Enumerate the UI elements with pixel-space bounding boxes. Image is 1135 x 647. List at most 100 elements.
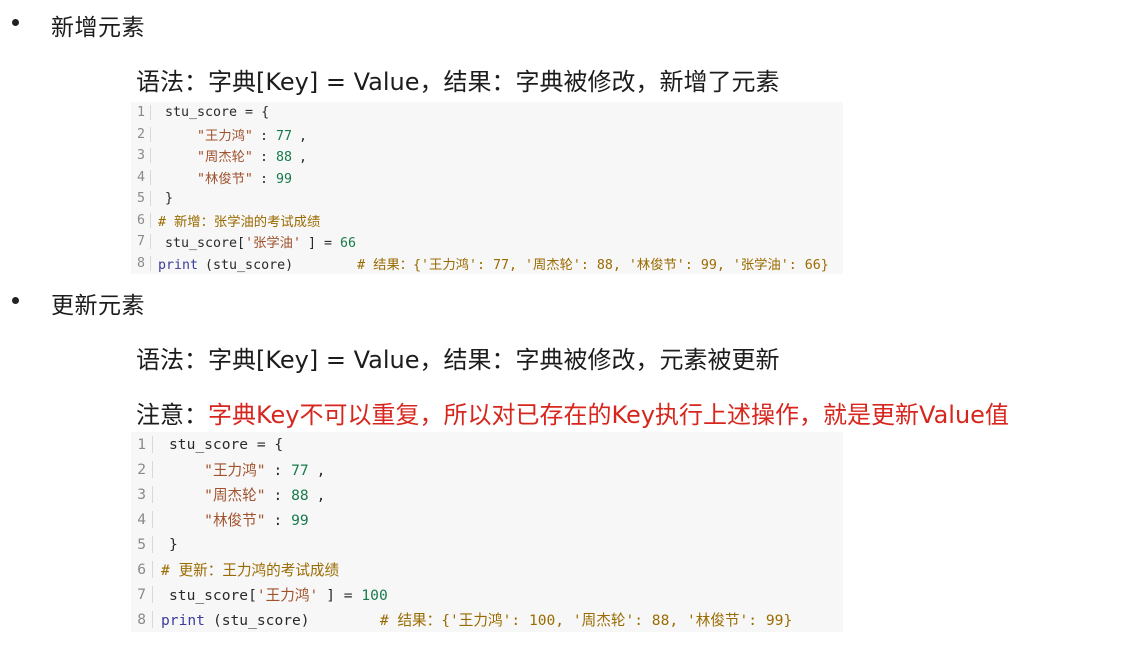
code-token: # 结果：{'王力鸿': 77, '周杰轮': 88, '林俊节': 99, '… (357, 257, 829, 273)
code-block-update: 1 stu_score = {2 "王力鸿": 77, 3 "周杰轮": 88, 4 … (131, 432, 843, 632)
code-text: stu_score = { (151, 105, 269, 120)
section-heading-add: 新增元素 (51, 15, 145, 41)
line-number: 4 (131, 169, 151, 185)
line-number: 5 (131, 536, 153, 553)
note-line: 注意：字典Key不可以重复，所以对已存在的Key执行上述操作，就是更新Value… (136, 395, 1009, 430)
code-token: "林俊节" (204, 512, 266, 529)
code-token: '张学油' (245, 236, 301, 252)
code-block-add: 1 stu_score = {2 "王力鸿": 77, 3 "周杰轮": 88, 4 … (131, 102, 843, 274)
code-token: , (298, 128, 307, 144)
code-line: 6 # 新增：张学油的考试成绩 (131, 210, 843, 232)
code-token: 99 (291, 512, 309, 529)
code-line: 6 # 更新：王力鸿的考试成绩 (131, 557, 843, 582)
line-number: 2 (131, 126, 151, 142)
code-token: : (273, 512, 292, 529)
code-token: print (161, 612, 205, 629)
code-text: "王力鸿": 77, (153, 459, 325, 480)
code-line: 8 print (stu_score) # 结果：{'王力鸿': 100, '周杰轮… (131, 607, 843, 632)
code-token: stu_score = { (165, 105, 270, 121)
code-text: stu_score['张学油' ] = 66 (151, 232, 356, 251)
code-token: stu_score[ (165, 236, 246, 252)
code-token: # 新增：张学油的考试成绩 (158, 214, 321, 230)
code-line: 7 stu_score['张学油' ] = 66 (131, 231, 843, 253)
code-token: "王力鸿" (197, 128, 253, 144)
code-line: 4 "林俊节": 99 (131, 167, 843, 189)
code-token: : (259, 171, 276, 187)
code-token: : (273, 487, 292, 504)
line-number: 1 (131, 105, 151, 121)
code-line: 3 "周杰轮": 88, (131, 145, 843, 167)
code-text: print (stu_score) # 结果：{'王力鸿': 100, '周杰轮'… (153, 609, 792, 630)
code-token: } (165, 191, 174, 207)
code-token: , (298, 150, 307, 166)
code-token: : (273, 462, 292, 479)
note-label: 注意： (136, 401, 208, 429)
code-token: stu_score = { (169, 436, 284, 453)
code-token: 100 (361, 587, 388, 604)
line-number: 8 (131, 611, 153, 628)
code-line: 2 "王力鸿": 77, (131, 457, 843, 482)
line-number: 5 (131, 191, 151, 207)
line-number: 6 (131, 561, 153, 578)
code-token: 88 (275, 150, 292, 166)
code-token: ] = (307, 236, 340, 252)
syntax-line-update: 语法：字典[Key] = Value，结果：字典被修改，元素被更新 (136, 346, 780, 374)
code-token: "周杰轮" (197, 150, 253, 166)
code-token: "王力鸿" (204, 462, 266, 479)
bullet-dot (12, 19, 19, 26)
code-token: (stu_score) (205, 257, 358, 273)
line-number: 3 (131, 486, 153, 503)
code-text: } (153, 536, 178, 553)
line-number: 6 (131, 212, 151, 228)
code-text: # 新增：张学油的考试成绩 (151, 211, 320, 230)
code-line: 1 stu_score = { (131, 432, 843, 457)
code-token: 88 (291, 487, 309, 504)
syntax-line-add: 语法：字典[Key] = Value，结果：字典被修改，新增了元素 (136, 68, 780, 96)
code-text: stu_score['王力鸿'] = 100 (153, 584, 388, 605)
code-token: '王力鸿' (256, 587, 319, 604)
code-token: } (169, 536, 178, 553)
code-line: 2 "王力鸿": 77, (131, 124, 843, 146)
code-token: stu_score[ (169, 587, 257, 604)
code-text: "周杰轮": 88, (153, 484, 325, 505)
bullet-dot (12, 297, 19, 304)
code-token: "周杰轮" (204, 487, 266, 504)
code-line: 1 stu_score = { (131, 102, 843, 124)
code-line: 5} (131, 188, 843, 210)
code-token: : (259, 128, 276, 144)
code-text: # 更新：王力鸿的考试成绩 (153, 559, 339, 580)
line-number: 4 (131, 511, 153, 528)
line-number: 7 (131, 586, 153, 603)
line-number: 1 (131, 436, 153, 453)
code-text: "林俊节": 99 (151, 168, 292, 187)
code-text: "周杰轮": 88, (151, 146, 307, 165)
code-token: # 结果：{'王力鸿': 100, '周杰轮': 88, '林俊节': 99} (379, 612, 793, 629)
line-number: 3 (131, 148, 151, 164)
section-heading-update: 更新元素 (51, 293, 145, 319)
code-text: "林俊节": 99 (153, 509, 309, 530)
code-token: 66 (340, 236, 357, 252)
code-text: "王力鸿": 77, (151, 125, 307, 144)
code-token: print (158, 257, 199, 273)
line-number: 8 (131, 255, 151, 271)
code-token: (stu_score) (212, 612, 380, 629)
code-line: 3 "周杰轮": 88, (131, 482, 843, 507)
code-token: "林俊节" (197, 171, 253, 187)
note-text: 字典Key不可以重复，所以对已存在的Key执行上述操作，就是更新Value值 (208, 401, 1009, 429)
code-text: print (stu_score) # 结果：{'王力鸿': 77, '周杰轮':… (151, 254, 829, 273)
line-number: 7 (131, 234, 151, 250)
code-token: 77 (275, 128, 292, 144)
code-token: 99 (275, 171, 292, 187)
code-text: stu_score = { (153, 436, 283, 453)
code-line: 7 stu_score['王力鸿'] = 100 (131, 582, 843, 607)
code-token: 77 (291, 462, 309, 479)
code-token: : (259, 150, 276, 166)
line-number: 2 (131, 461, 153, 478)
code-token: , (316, 487, 326, 504)
code-line: 5} (131, 532, 843, 557)
